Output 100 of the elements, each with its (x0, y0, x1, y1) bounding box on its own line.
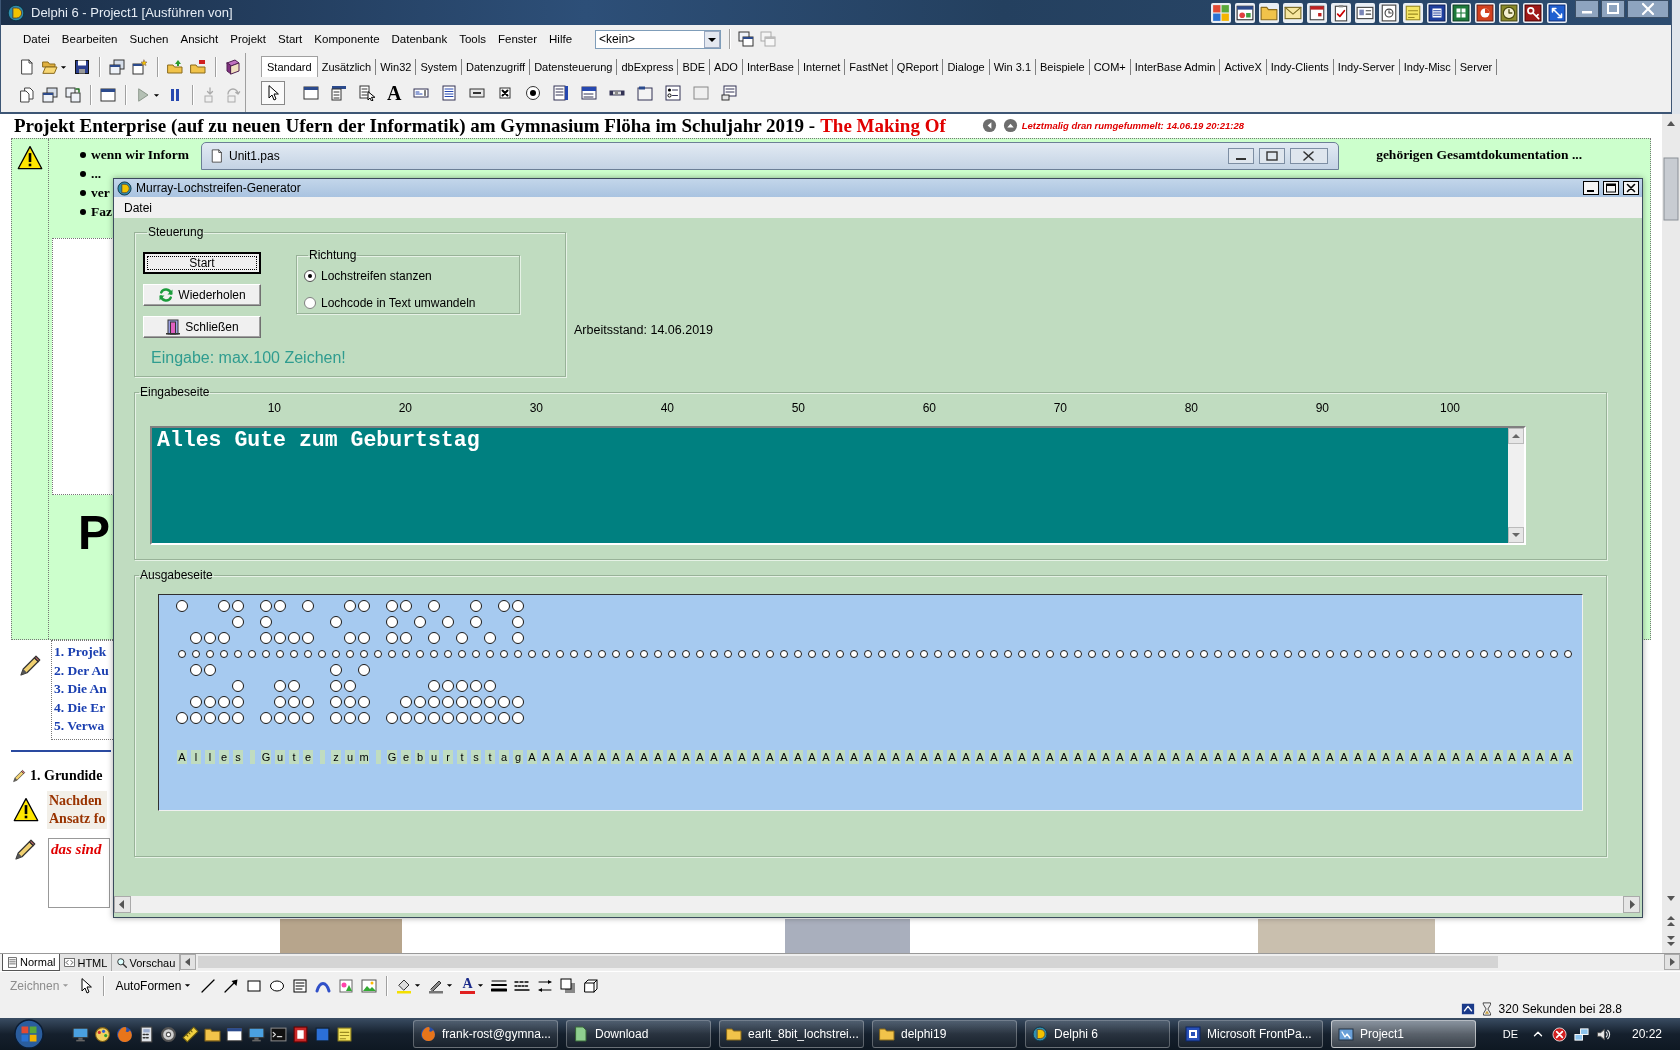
maximize-button[interactable] (1603, 181, 1619, 195)
palette-tab[interactable]: InterBase (742, 59, 799, 75)
document-tile-icon[interactable] (1427, 2, 1447, 23)
oval-icon[interactable] (269, 977, 286, 994)
pointer-icon[interactable] (261, 81, 285, 105)
radio-label[interactable]: Lochstreifen stanzen (321, 269, 432, 283)
tile-icon[interactable] (314, 1025, 331, 1043)
action-list-icon[interactable] (721, 85, 738, 101)
taskbar-button[interactable]: Project1 (1331, 1020, 1476, 1048)
picture-icon[interactable] (361, 977, 378, 994)
view-tab[interactable]: Vorschau (112, 954, 181, 971)
menu-item[interactable]: Datei (120, 199, 156, 216)
clipboard-icon[interactable] (1331, 2, 1351, 23)
save-icon[interactable] (74, 59, 90, 75)
clipart-icon[interactable] (338, 977, 355, 994)
palette-tab[interactable]: ActiveX (1220, 59, 1267, 75)
clock-icon[interactable] (1499, 2, 1519, 23)
radio-button-icon[interactable] (525, 85, 542, 101)
horizontal-scrollbar[interactable] (114, 896, 1640, 913)
ruler-icon[interactable] (182, 1025, 199, 1043)
palette-tab[interactable]: Server (1455, 59, 1498, 75)
taskbar-button[interactable]: Delphi 6 (1025, 1020, 1170, 1048)
palette-tab[interactable]: Indy-Clients (1266, 59, 1334, 75)
palette-tab[interactable]: ADO (710, 59, 743, 75)
note-icon[interactable] (336, 1025, 353, 1043)
palette-tab[interactable]: Datensteuerung (530, 59, 618, 75)
app-icon[interactable] (292, 1025, 309, 1043)
arrows-icon[interactable] (1547, 2, 1567, 23)
toc-link[interactable]: 4. Die Er (54, 698, 106, 717)
palette-tab[interactable]: Standard (261, 56, 318, 77)
key-icon[interactable] (1523, 2, 1543, 23)
rectangle-icon[interactable] (246, 977, 263, 994)
taskbar-button[interactable]: Download (566, 1020, 711, 1048)
menu-item[interactable]: Bearbeiten (58, 31, 121, 47)
calculator-icon[interactable] (138, 1025, 155, 1043)
spreadsheet-tile-icon[interactable] (1451, 2, 1471, 23)
folder-icon[interactable] (190, 59, 206, 75)
palette-tab[interactable]: System (416, 59, 463, 75)
monitor-icon[interactable] (248, 1025, 265, 1043)
toc-link[interactable]: 5. Verwa (54, 717, 105, 736)
taskbar-button[interactable]: delphi19 (872, 1020, 1017, 1048)
windows-stack-icon[interactable] (109, 59, 125, 75)
radio-button[interactable] (304, 270, 316, 282)
autoshapes-menu-button[interactable]: AutoFormen (113, 976, 194, 995)
folder-icon[interactable] (1259, 2, 1279, 23)
menu-item[interactable]: Tools (456, 31, 489, 47)
palette-tab[interactable]: FastNet (845, 59, 893, 75)
folder-arrow-icon[interactable] (167, 59, 183, 75)
clock-time[interactable]: 20:22 (1631, 1027, 1662, 1041)
dropdown-caret-icon[interactable] (153, 91, 160, 99)
radio-group-icon[interactable] (665, 85, 682, 101)
view-tab[interactable]: Normal (2, 954, 61, 971)
close-button[interactable] (1627, 0, 1669, 18)
menu-item[interactable]: Datei (20, 31, 53, 47)
line-style-icon[interactable] (490, 977, 507, 994)
volume-icon[interactable] (1595, 1026, 1611, 1042)
palette-tab[interactable]: Indy-Misc (1399, 59, 1456, 75)
note-icon[interactable] (1403, 2, 1423, 23)
chart-tile-icon[interactable] (1475, 2, 1495, 23)
radio-label[interactable]: Lochcode in Text umwandeln (321, 296, 476, 310)
list-box-icon[interactable] (553, 85, 570, 101)
menu-item[interactable]: Hilfe (546, 31, 576, 47)
palette-tab[interactable]: Beispiele (1036, 59, 1090, 75)
start-button[interactable] (14, 1019, 44, 1049)
windows-icon[interactable] (738, 31, 755, 47)
arrow-icon[interactable] (223, 977, 240, 994)
dropdown-caret-icon[interactable] (60, 63, 67, 71)
palette-tab[interactable]: dbExpress (617, 59, 679, 75)
menu-item[interactable]: Datenbank (388, 31, 451, 47)
edit-box-icon[interactable] (413, 85, 430, 101)
palette-tab[interactable]: Datenzugriff (462, 59, 531, 75)
gear-icon[interactable] (160, 1025, 177, 1043)
caret-icon[interactable] (446, 982, 454, 989)
vertical-scrollbar[interactable] (1508, 428, 1524, 543)
palette-tab[interactable]: Zusätzlich (317, 59, 377, 75)
maximize-button[interactable] (1601, 0, 1625, 18)
pages-icon[interactable] (19, 87, 35, 103)
shadow-icon[interactable] (559, 977, 576, 994)
popup-menu-icon[interactable] (359, 85, 375, 101)
globe-icon[interactable] (116, 1025, 133, 1043)
window-star-icon[interactable] (132, 59, 148, 75)
menu-item[interactable]: Suchen (126, 31, 172, 47)
palette-tab[interactable]: Win32 (376, 59, 417, 75)
taskbar-button[interactable]: Microsoft FrontPa... (1178, 1020, 1323, 1048)
palette-tab[interactable]: Win 3.1 (989, 59, 1036, 75)
palette-icon[interactable] (94, 1025, 111, 1043)
caret-icon[interactable] (414, 982, 422, 989)
command-button[interactable]: Wiederholen (143, 284, 261, 306)
menu-item[interactable]: Fenster (495, 31, 540, 47)
text-input-field[interactable]: Alles Gute zum Geburtstag (150, 426, 1526, 545)
menu-item[interactable]: Komponente (311, 31, 383, 47)
toc-link[interactable]: 2. Der Au (54, 661, 109, 680)
network-icon[interactable] (1573, 1026, 1589, 1042)
command-button[interactable]: Start (143, 252, 261, 274)
vertical-scrollbar[interactable] (1662, 114, 1680, 953)
language-indicator[interactable]: DE (1502, 1028, 1518, 1040)
target-combo[interactable]: <kein> (595, 29, 722, 49)
minimize-button[interactable] (1228, 148, 1254, 164)
command-button[interactable]: Schließen (143, 316, 261, 338)
error-icon[interactable] (1551, 1026, 1567, 1042)
